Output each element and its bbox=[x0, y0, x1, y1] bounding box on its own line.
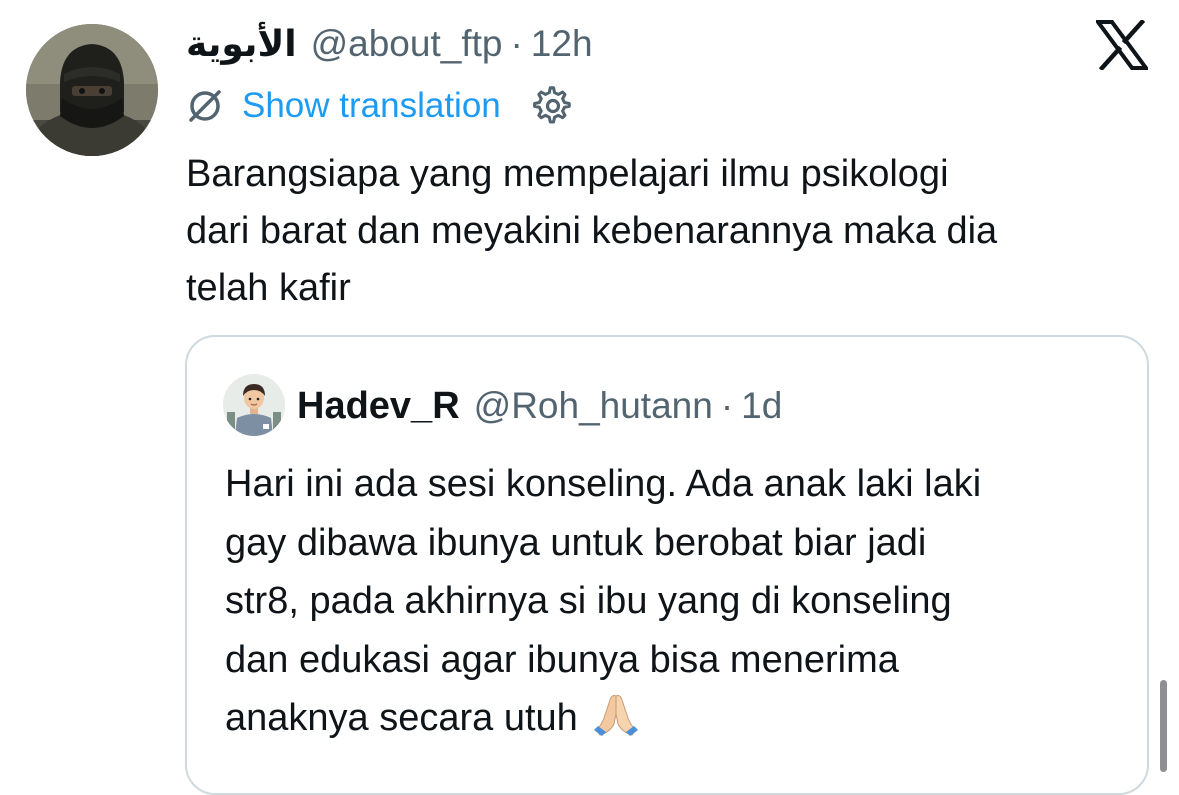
x-logo-icon[interactable] bbox=[1096, 20, 1148, 70]
translation-row: Show translation bbox=[186, 82, 573, 130]
quoted-author-handle[interactable]: @Roh_hutann bbox=[474, 385, 713, 427]
masked-person-image bbox=[26, 24, 158, 156]
separator-dot: · bbox=[510, 23, 523, 64]
quoted-tweet-header: Hadev_R @Roh_hutann · 1d bbox=[297, 381, 782, 431]
tweet-header: الأبوية @about_ftp · 12h bbox=[186, 18, 593, 70]
gear-icon[interactable] bbox=[532, 86, 573, 126]
folded-hands-icon bbox=[593, 695, 638, 736]
tweet-timestamp[interactable]: 12h bbox=[531, 23, 593, 65]
separator-dot: · bbox=[720, 385, 734, 426]
show-translation-link[interactable]: Show translation bbox=[242, 86, 501, 126]
quoted-tweet-timestamp[interactable]: 1d bbox=[741, 385, 782, 427]
author-avatar[interactable] bbox=[26, 24, 158, 156]
quoted-author-display-name[interactable]: Hadev_R bbox=[297, 385, 460, 428]
quoted-tweet-body: Hari ini ada sesi konseling. Ada anak la… bbox=[225, 455, 1125, 748]
quoted-tweet-card[interactable]: Hadev_R @Roh_hutann · 1d Hari ini ada se… bbox=[185, 335, 1149, 795]
author-display-name[interactable]: الأبوية bbox=[186, 23, 297, 65]
author-handle[interactable]: @about_ftp bbox=[311, 23, 503, 65]
quoted-author-avatar[interactable] bbox=[223, 374, 285, 436]
tweet-text: Barangsiapa yang mempelajari ilmu psikol… bbox=[186, 153, 998, 309]
translate-globe-icon bbox=[189, 90, 221, 122]
scrollbar[interactable] bbox=[1160, 680, 1167, 772]
cartoon-man-image bbox=[223, 374, 285, 436]
